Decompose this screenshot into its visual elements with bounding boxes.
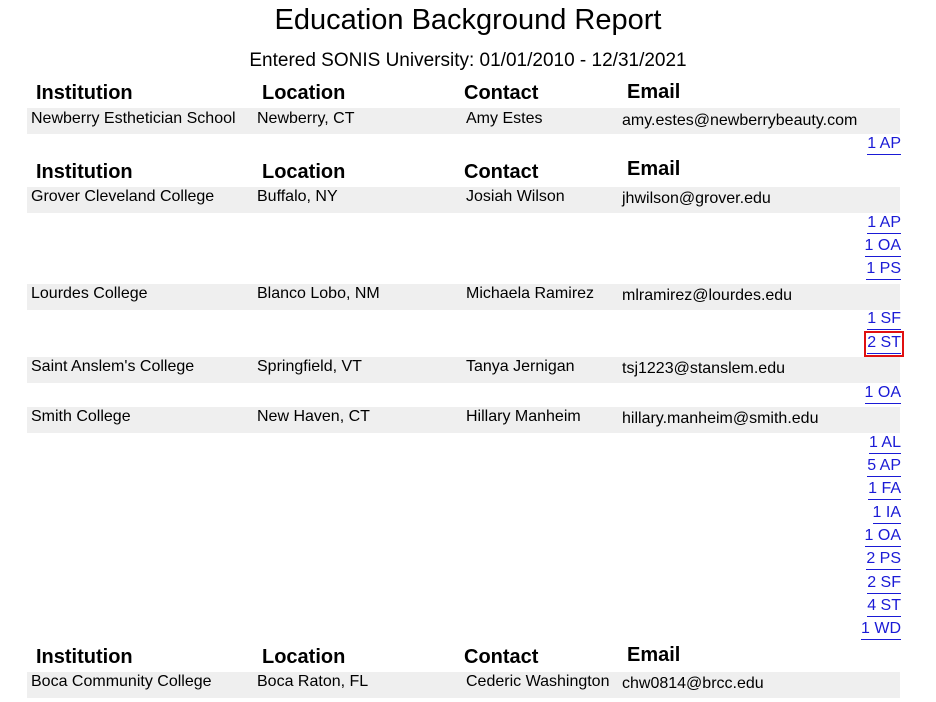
- code-link[interactable]: 1 OA: [864, 237, 901, 257]
- institution-cell: Smith College: [31, 408, 131, 425]
- email-cell: tsj1223@stanslem.edu: [622, 360, 785, 377]
- location-cell: Buffalo, NY: [257, 188, 338, 205]
- code-link[interactable]: 4 ST: [867, 597, 901, 617]
- email-cell: hillary.manheim@smith.edu: [622, 410, 819, 427]
- institution-cell: Lourdes College: [31, 285, 148, 302]
- code-link[interactable]: 1 SF: [867, 310, 901, 330]
- contact-cell: Amy Estes: [466, 110, 543, 127]
- code-link[interactable]: 2 SF: [867, 574, 901, 594]
- code-link[interactable]: 5 AP: [867, 457, 901, 477]
- code-link-selected[interactable]: 2 ST: [864, 331, 904, 357]
- institution-cell: Newberry Esthetician School: [31, 110, 236, 127]
- location-cell: New Haven, CT: [257, 408, 370, 425]
- location-cell: Blanco Lobo, NM: [257, 285, 380, 302]
- location-cell: Springfield, VT: [257, 358, 362, 375]
- contact-cell: Hillary Manheim: [466, 408, 581, 425]
- header-institution: Institution: [36, 646, 133, 668]
- header-email: Email: [627, 644, 681, 666]
- header-contact: Contact: [464, 646, 539, 668]
- code-link[interactable]: 1 OA: [864, 527, 901, 547]
- code-link[interactable]: 1 AP: [867, 214, 901, 234]
- institution-cell: Grover Cleveland College: [31, 188, 215, 205]
- email-cell: jhwilson@grover.edu: [622, 190, 771, 207]
- header-location: Location: [262, 646, 346, 668]
- location-cell: Boca Raton, FL: [257, 673, 369, 690]
- header-location: Location: [262, 82, 346, 104]
- contact-cell: Josiah Wilson: [466, 188, 565, 205]
- report-subtitle: Entered SONIS University: 01/01/2010 - 1…: [249, 50, 687, 71]
- header-email: Email: [627, 81, 681, 103]
- email-cell: mlramirez@lourdes.edu: [622, 287, 793, 304]
- code-link[interactable]: 1 PS: [866, 260, 901, 280]
- report-title: Education Background Report: [274, 4, 662, 36]
- header-institution: Institution: [36, 82, 133, 104]
- header-location: Location: [262, 161, 346, 183]
- contact-cell: Cederic Washington: [466, 673, 610, 690]
- code-link[interactable]: 1 WD: [861, 620, 901, 640]
- email-cell: chw0814@brcc.edu: [622, 675, 764, 692]
- code-link[interactable]: 1 FA: [868, 480, 901, 500]
- institution-cell: Boca Community College: [31, 673, 212, 690]
- code-link[interactable]: 1 AP: [867, 135, 901, 155]
- header-contact: Contact: [464, 82, 539, 104]
- code-link[interactable]: 2 PS: [866, 550, 901, 570]
- header-contact: Contact: [464, 161, 539, 183]
- header-email: Email: [627, 158, 681, 180]
- institution-cell: Saint Anslem's College: [31, 358, 195, 375]
- email-cell: amy.estes@newberrybeauty.com: [622, 112, 858, 129]
- location-cell: Newberry, CT: [257, 110, 355, 127]
- header-institution: Institution: [36, 161, 133, 183]
- code-link[interactable]: 1 OA: [864, 384, 901, 404]
- code-link[interactable]: 1 AL: [868, 434, 901, 454]
- contact-cell: Tanya Jernigan: [466, 358, 575, 375]
- code-link[interactable]: 1 IA: [872, 504, 901, 524]
- contact-cell: Michaela Ramirez: [466, 285, 595, 302]
